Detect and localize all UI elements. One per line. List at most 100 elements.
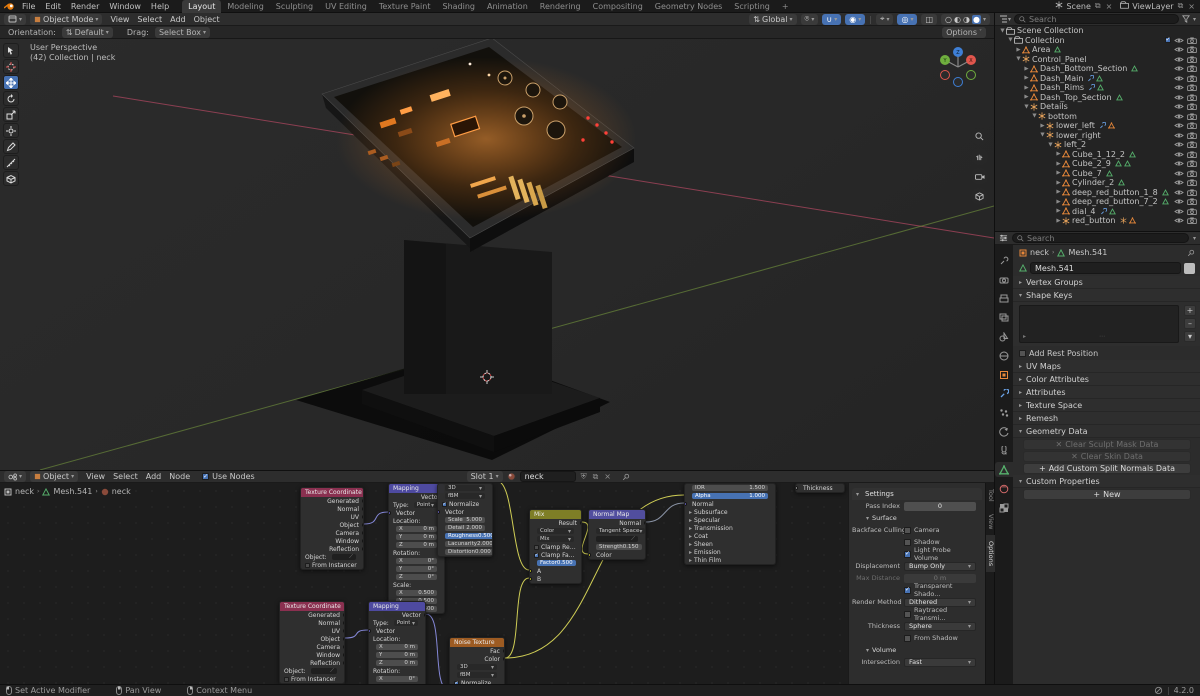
output-socket[interactable] bbox=[579, 521, 581, 525]
output-socket[interactable] bbox=[342, 653, 344, 657]
node-mix-1[interactable]: Mix Result Color ▾ Mix ▾ Clamp Result ✓ Clamp Fa… bbox=[529, 509, 582, 584]
disable-render-camera-icon[interactable] bbox=[1187, 94, 1197, 101]
hide-eye-icon[interactable] bbox=[1174, 65, 1184, 72]
disable-render-camera-icon[interactable] bbox=[1187, 103, 1197, 111]
number-field[interactable]: Y0 m bbox=[376, 652, 418, 658]
properties-editor-icon[interactable] bbox=[999, 234, 1008, 242]
menu-help[interactable]: Help bbox=[146, 2, 174, 11]
node-dropdown[interactable]: Tangent Space ▾ bbox=[596, 528, 645, 535]
shading-rendered-button[interactable]: ● bbox=[972, 14, 981, 24]
section-color-attributes[interactable]: ▸ Color Attributes bbox=[1013, 373, 1200, 386]
collapse-arrow-icon[interactable]: ▼ bbox=[999, 28, 1006, 34]
section-vertex-groups[interactable]: ▸ Vertex Groups bbox=[1013, 276, 1200, 289]
node-dropdown[interactable]: Point ▾ bbox=[413, 502, 437, 509]
hide-eye-icon[interactable] bbox=[1174, 103, 1184, 110]
shading-wireframe-button[interactable]: ○ bbox=[945, 15, 952, 24]
node-dropdown[interactable]: Point ▾ bbox=[393, 620, 418, 627]
outliner-row[interactable]: ▶ Dash_Top_Section bbox=[995, 93, 1200, 103]
expand-arrow-icon[interactable]: ▶ bbox=[1055, 199, 1062, 205]
outliner-row[interactable]: ▶ deep_red_button_7_2 bbox=[995, 197, 1200, 207]
pin-icon[interactable] bbox=[622, 473, 630, 481]
viewport-menu-object[interactable]: Object bbox=[190, 15, 224, 24]
node-header[interactable]: Noise Texture bbox=[450, 638, 504, 647]
properties-tab-object-data[interactable] bbox=[995, 462, 1013, 477]
properties-tab-object[interactable] bbox=[995, 367, 1013, 382]
disable-render-camera-icon[interactable] bbox=[1187, 56, 1197, 63]
transform-orientation-dropdown[interactable]: ⇅ Global ▾ bbox=[749, 13, 797, 25]
workspace-tab-shading[interactable]: Shading bbox=[436, 0, 481, 13]
node-checkbox[interactable]: ✓ bbox=[534, 552, 539, 558]
hide-eye-icon[interactable] bbox=[1174, 160, 1184, 167]
collapsed-panel-row[interactable]: ▸ Transmission bbox=[685, 524, 775, 532]
displacement-dropdown[interactable]: Bump Only ▾ bbox=[904, 561, 976, 571]
hide-eye-icon[interactable] bbox=[1174, 198, 1184, 205]
outliner-row[interactable]: ▼ left_2 bbox=[995, 140, 1200, 150]
workspace-tab-scripting[interactable]: Scripting bbox=[728, 0, 776, 13]
properties-tab-modifiers[interactable] bbox=[995, 386, 1013, 401]
shape-key-specials-dropdown[interactable]: ▾ bbox=[1184, 331, 1196, 342]
intersection-dropdown[interactable]: Fast ▾ bbox=[904, 657, 976, 667]
number-field[interactable]: Detail 2.000 bbox=[445, 525, 485, 531]
mesh-name-field[interactable]: Mesh.541 bbox=[1030, 262, 1181, 274]
output-socket[interactable] bbox=[342, 661, 344, 665]
output-socket[interactable] bbox=[342, 613, 344, 617]
outliner-row[interactable]: ▶ Cube_7 bbox=[995, 169, 1200, 179]
workspace-tab-geometry-nodes[interactable]: Geometry Nodes bbox=[649, 0, 728, 13]
number-field[interactable]: Z0 m bbox=[376, 660, 418, 666]
new-scene-button[interactable]: ⧉ bbox=[1094, 1, 1102, 11]
light-probe-volume-checkbox[interactable]: ✓ bbox=[904, 550, 911, 558]
menu-window[interactable]: Window bbox=[104, 2, 146, 11]
viewport-menu-select[interactable]: Select bbox=[133, 15, 166, 24]
input-socket[interactable] bbox=[438, 510, 440, 514]
transparent-shado--checkbox[interactable]: ✓ bbox=[904, 586, 911, 594]
checkbox-row[interactable]: ✓ Clamp Factor bbox=[530, 551, 581, 559]
collapsed-panel-row[interactable]: ▸ Emission bbox=[685, 548, 775, 556]
number-field[interactable]: Lacunarity 2.000 bbox=[445, 541, 492, 547]
disable-render-camera-icon[interactable] bbox=[1187, 84, 1197, 92]
eyedropper-icon[interactable]: ⟋ bbox=[631, 536, 635, 543]
outliner-row[interactable]: ▶ lower_left bbox=[995, 121, 1200, 131]
hide-eye-icon[interactable] bbox=[1174, 94, 1184, 101]
node-dropdown[interactable]: Mix ▾ bbox=[537, 536, 574, 543]
section-geometry-data[interactable]: ▾ Geometry Data bbox=[1013, 425, 1200, 438]
node-normal-map-1[interactable]: Normal Map Normal Tangent Space ▾ ⟋ Strength 0… bbox=[588, 509, 646, 560]
node-checkbox[interactable] bbox=[284, 676, 289, 682]
viewport-menu-view[interactable]: View bbox=[106, 15, 133, 24]
collapsed-panel-row[interactable]: ▸ Coat bbox=[685, 532, 775, 540]
menu-file[interactable]: File bbox=[17, 2, 40, 11]
object-picker-field[interactable]: ⟋ bbox=[596, 536, 638, 543]
node-header[interactable]: Mapping bbox=[389, 484, 444, 493]
disable-render-camera-icon[interactable] bbox=[1187, 113, 1197, 120]
disable-render-camera-icon[interactable] bbox=[1187, 189, 1197, 196]
eyedropper-icon[interactable]: ⟋ bbox=[349, 554, 353, 561]
number-field[interactable]: Z 0° bbox=[396, 574, 437, 580]
disable-render-camera-icon[interactable] bbox=[1187, 122, 1197, 130]
material-slot-dropdown[interactable]: Slot 1 ▾ bbox=[466, 471, 503, 482]
outliner-row[interactable]: ▶ Area bbox=[995, 45, 1200, 55]
node-output-1[interactable]: Thickness bbox=[795, 483, 845, 493]
output-socket[interactable] bbox=[361, 531, 363, 535]
outliner-row[interactable]: ▶ Cube_1_12_2 bbox=[995, 150, 1200, 160]
outliner-search-input[interactable]: Search bbox=[1014, 14, 1179, 24]
hide-eye-icon[interactable] bbox=[1174, 37, 1184, 44]
number-field[interactable]: Alpha 1.000 bbox=[692, 493, 768, 499]
use-nodes-toggle[interactable]: ✓ Use Nodes bbox=[202, 472, 255, 481]
expand-arrow-icon[interactable]: ▶ bbox=[1055, 189, 1062, 195]
node-checkbox[interactable]: ✓ bbox=[442, 501, 447, 507]
list-resize-grip[interactable]: ⋯ bbox=[1099, 333, 1105, 340]
workspace-tab-modeling[interactable]: Modeling bbox=[221, 0, 269, 13]
output-socket[interactable] bbox=[361, 523, 363, 527]
expand-arrow-icon[interactable]: ▶ bbox=[1023, 75, 1030, 81]
node-header[interactable]: Texture Coordinate bbox=[301, 488, 363, 497]
hide-eye-icon[interactable] bbox=[1174, 189, 1184, 196]
sidebar-tab-options[interactable]: Options bbox=[986, 535, 995, 573]
expand-arrow-icon[interactable]: ▶ bbox=[1015, 47, 1022, 53]
properties-tab-particles[interactable] bbox=[995, 405, 1013, 420]
shading-material-button[interactable]: ◑ bbox=[963, 15, 970, 24]
viewlayer-selector[interactable]: ViewLayer bbox=[1132, 2, 1173, 11]
hide-eye-icon[interactable] bbox=[1174, 122, 1184, 129]
thickness-dropdown[interactable]: Sphere ▾ bbox=[904, 621, 976, 631]
node-header[interactable]: Mapping bbox=[369, 602, 425, 611]
browse-material-icon[interactable] bbox=[507, 472, 516, 481]
tool-cursor[interactable] bbox=[3, 59, 19, 74]
